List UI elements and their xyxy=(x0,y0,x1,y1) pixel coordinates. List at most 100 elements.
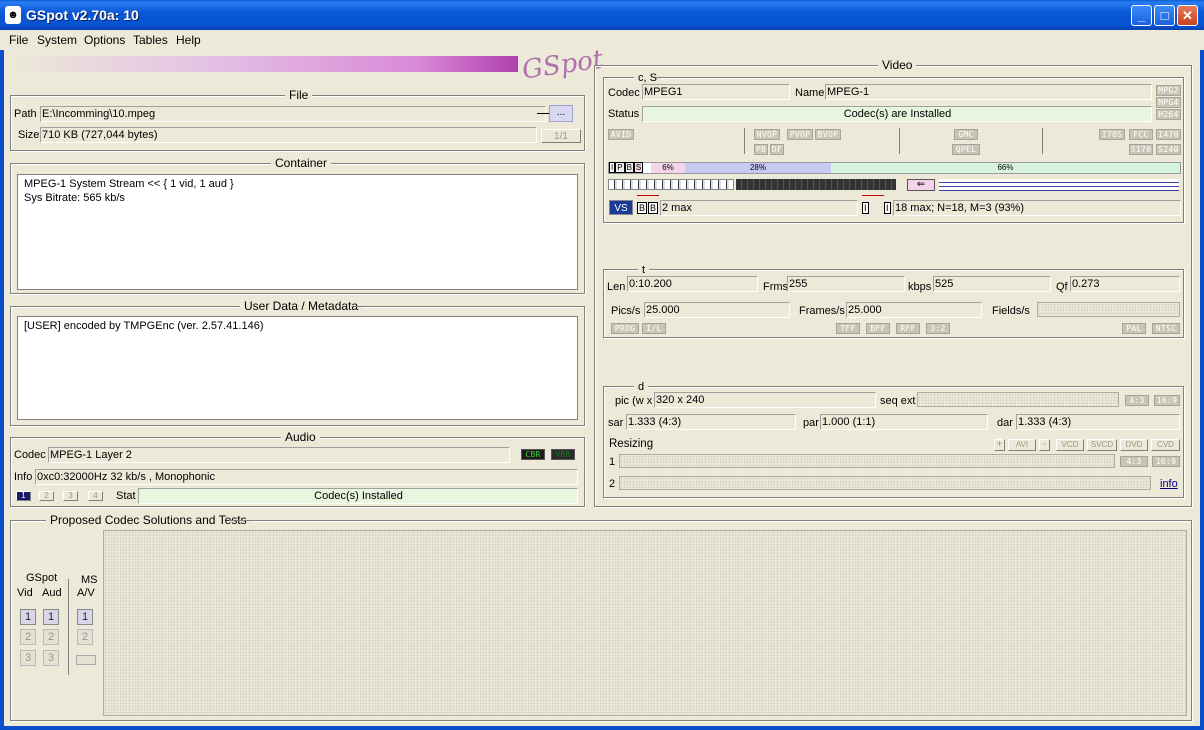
group-title-line xyxy=(652,269,1180,270)
vid-label: Vid xyxy=(17,587,33,599)
i70s-flag: I70S xyxy=(1099,129,1125,140)
gspot-vid-2-button[interactable]: 2 xyxy=(20,629,36,645)
d-subgroup: d pic (w x 320 x 240 seq ext 4:3 16:9 sa… xyxy=(603,381,1184,498)
audio-stream-3-button[interactable]: 3 xyxy=(63,491,78,501)
s170-flag: S170 xyxy=(1129,144,1153,155)
window-frame-right xyxy=(1200,30,1204,730)
audio-info-label: Info xyxy=(14,471,33,483)
len-label: Len xyxy=(607,281,626,293)
kbps-label: kbps xyxy=(908,281,932,293)
minimize-button[interactable]: _ xyxy=(1131,5,1152,26)
frms-label: Frms xyxy=(763,281,789,293)
menu-tables[interactable]: Tables xyxy=(133,33,168,47)
group-title-line xyxy=(17,95,283,96)
i-frame-box-1: I xyxy=(862,202,869,214)
frame-type-p: P xyxy=(615,162,625,173)
maximize-button[interactable]: □ xyxy=(1154,5,1175,26)
frame-type-bar: IPBS 6% 28% 66% xyxy=(608,162,1181,174)
info-link[interactable]: info xyxy=(1160,478,1178,490)
qf-field: 0.273 xyxy=(1070,276,1180,292)
resize-row-1-field xyxy=(619,454,1115,468)
resize-vcd-button[interactable]: VCD xyxy=(1056,439,1084,451)
container-info-box[interactable]: MPEG-1 System Stream << { 1 vid, 1 aud }… xyxy=(17,174,578,290)
gspot-vid-1-button[interactable]: 1 xyxy=(20,609,36,625)
app-icon[interactable]: ☻ xyxy=(5,6,21,24)
video-codec-field: MPEG1 xyxy=(642,84,790,100)
df-flag: DF xyxy=(770,144,784,155)
group-title-line xyxy=(610,386,636,387)
path-field[interactable]: E:\Incomming\10.mpeg xyxy=(40,106,546,122)
path-label: Path xyxy=(14,108,37,120)
i-frame-box-2: I xyxy=(884,202,891,214)
menu-file[interactable]: File xyxy=(9,33,28,47)
ms-av-2-button[interactable]: 2 xyxy=(77,629,93,645)
video-codec-label: Codec xyxy=(608,87,640,99)
kbps-field: 525 xyxy=(933,276,1051,292)
gspot-aud-1-button[interactable]: 1 xyxy=(43,609,59,625)
menu-system[interactable]: System xyxy=(37,33,77,47)
proposed-solutions-box[interactable] xyxy=(103,530,1187,716)
audio-stream-1-button[interactable]: 1 xyxy=(16,491,31,501)
b-frame-box-2: B xyxy=(648,202,659,214)
par-label: par xyxy=(803,417,819,429)
part-button[interactable]: 1/1 xyxy=(541,129,581,143)
audio-group: Audio Codec MPEG-1 Layer 2 CBR VBR Info … xyxy=(10,430,585,507)
resize-plus-button[interactable]: + xyxy=(994,439,1005,451)
window-frame-bottom xyxy=(0,726,1204,730)
resize-avi-button[interactable]: AVI xyxy=(1008,439,1036,451)
ar-43-tag: 4:3 xyxy=(1125,395,1149,406)
gspot-aud-2-button[interactable]: 2 xyxy=(43,629,59,645)
browse-button[interactable]: ... xyxy=(549,105,573,122)
audio-stream-2-button[interactable]: 2 xyxy=(39,491,54,501)
ms-av-3-button[interactable] xyxy=(76,655,96,665)
video-status-label: Status xyxy=(608,108,640,120)
resize-dvd-button[interactable]: DVD xyxy=(1120,439,1148,451)
userdata-line: [USER] encoded by TMPGEnc (ver. 2.57.41.… xyxy=(24,320,264,332)
userdata-group-title: User Data / Metadata xyxy=(240,299,363,313)
bff-tag: BFF xyxy=(866,323,890,334)
group-title-line xyxy=(17,163,271,164)
ntsc-tag: NTSC xyxy=(1152,323,1180,334)
path-connector xyxy=(537,113,549,114)
title-bar[interactable]: ☻ GSpot v2.70a: 10 _ □ ✕ xyxy=(0,0,1204,30)
gspot-vid-3-button[interactable]: 3 xyxy=(20,650,36,666)
group-title-line xyxy=(17,306,239,307)
window-title: GSpot v2.70a: 10 xyxy=(26,7,139,23)
flag-divider xyxy=(744,128,745,154)
resize-minus-button[interactable]: - xyxy=(1039,439,1050,451)
video-group-title: Video xyxy=(878,58,917,72)
pulldown-tag: 3:2 xyxy=(926,323,950,334)
resize-cvd-button[interactable]: CVD xyxy=(1151,439,1180,451)
cbr-indicator: CBR xyxy=(521,449,545,460)
close-button[interactable]: ✕ xyxy=(1177,5,1198,26)
sar-label: sar xyxy=(608,417,624,429)
vs-icon[interactable]: VS xyxy=(609,200,633,215)
ms-av-1-button[interactable]: 1 xyxy=(77,609,93,625)
group-title-line xyxy=(917,65,1189,66)
tff-tag: TFF xyxy=(836,323,860,334)
gspot-aud-3-button[interactable]: 3 xyxy=(43,650,59,666)
group-title-line xyxy=(323,95,581,96)
b-frame-pct: 66% xyxy=(831,163,1180,173)
video-name-label: Name xyxy=(795,87,825,99)
par-field: 1.000 (1:1) xyxy=(820,414,988,430)
container-group-title: Container xyxy=(271,156,332,170)
flag-divider xyxy=(1042,128,1043,154)
rff-tag: RFF xyxy=(896,323,920,334)
resize-svcd-button[interactable]: SVCD xyxy=(1087,439,1117,451)
menu-help[interactable]: Help xyxy=(176,33,201,47)
frame-pattern-dark xyxy=(736,179,896,190)
seqext-label: seq ext xyxy=(880,395,916,407)
s240-flag: S240 xyxy=(1156,144,1181,155)
audio-stream-4-button[interactable]: 4 xyxy=(88,491,103,501)
pb-flag: PB xyxy=(754,144,768,155)
b-frame-box-1: B xyxy=(637,202,648,214)
group-title-line xyxy=(17,437,281,438)
userdata-box[interactable]: [USER] encoded by TMPGEnc (ver. 2.57.41.… xyxy=(17,316,578,420)
aud-label: Aud xyxy=(42,587,62,599)
menu-options[interactable]: Options xyxy=(84,33,125,47)
b-span-marker xyxy=(637,195,659,199)
i-frame-pct: 6% xyxy=(651,163,685,173)
p-frame-pct: 28% xyxy=(685,163,831,173)
proposed-divider xyxy=(68,579,69,675)
